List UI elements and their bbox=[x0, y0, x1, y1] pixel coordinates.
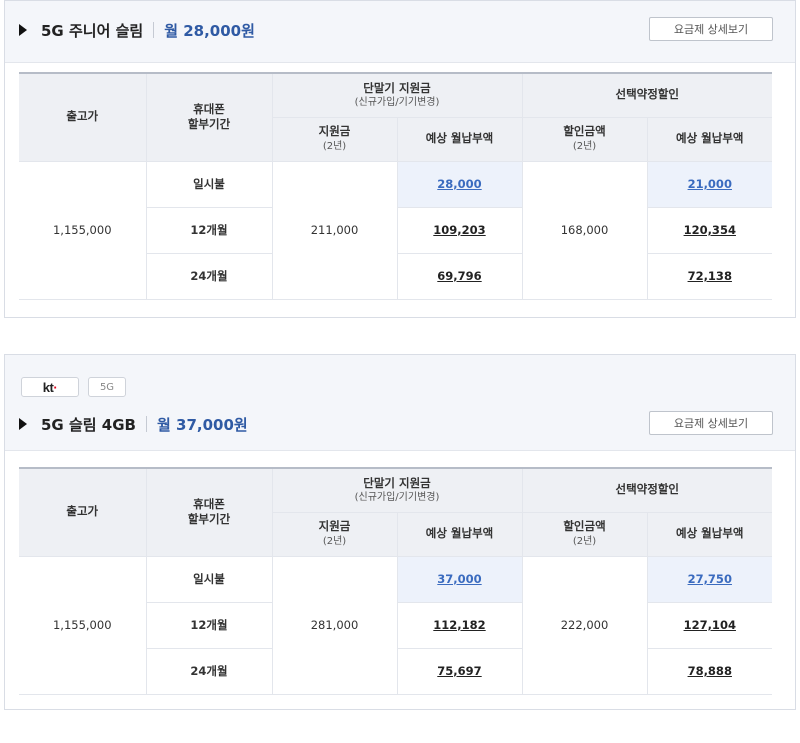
plan-name: 5G 슬림 4GB bbox=[41, 415, 136, 434]
plan-card-1: 5G 주니어 슬림 월 28,000원 요금제 상세보기 출고가 휴대폰 할부기… bbox=[4, 0, 796, 318]
plan-card-header: kt · 5G 5G 슬림 4GB 월 37,000원 요금제 상세보기 bbox=[5, 355, 795, 451]
kt-logo-dot-icon: · bbox=[53, 379, 58, 395]
header-subsidy-amount-sub: (2년) bbox=[322, 536, 347, 547]
discount-monthly-cell: 72,138 bbox=[647, 253, 773, 300]
subsidy-monthly-cell: 109,203 bbox=[397, 207, 523, 254]
header-discount-amount-label: 할인금액 bbox=[563, 519, 606, 534]
period-cell: 일시불 bbox=[146, 161, 273, 208]
header-device-subsidy: 단말기 지원금 (신규가입/기기변경) bbox=[272, 468, 523, 513]
discount-monthly-cell: 27,750 bbox=[647, 556, 773, 603]
release-price-cell: 1,155,000 bbox=[19, 161, 147, 300]
discount-cell: 168,000 bbox=[522, 161, 648, 300]
subsidy-monthly-link[interactable]: 109,203 bbox=[433, 223, 485, 237]
header-selective-discount: 선택약정할인 bbox=[522, 468, 773, 513]
subsidy-monthly-link[interactable]: 28,000 bbox=[437, 177, 481, 191]
header-subsidy-amount-label: 지원금 bbox=[318, 124, 351, 139]
header-installment-line1: 휴대폰 bbox=[193, 101, 225, 116]
header-device-subsidy-label: 단말기 지원금 bbox=[363, 475, 431, 490]
discount-monthly-link[interactable]: 127,104 bbox=[684, 618, 736, 632]
discount-monthly-link[interactable]: 78,888 bbox=[688, 664, 732, 678]
subsidy-monthly-cell: 112,182 bbox=[397, 602, 523, 649]
discount-monthly-link[interactable]: 21,000 bbox=[688, 177, 732, 191]
subsidy-cell: 281,000 bbox=[272, 556, 398, 695]
header-installment-period: 휴대폰 할부기간 bbox=[146, 73, 273, 162]
plan-monthly-price: 월 28,000원 bbox=[164, 21, 255, 40]
table-row: 1,155,000 일시불 211,000 28,000 168,000 21,… bbox=[19, 161, 773, 300]
header-subsidy-amount: 지원금 (2년) bbox=[272, 117, 398, 162]
plan-card-2: kt · 5G 5G 슬림 4GB 월 37,000원 요금제 상세보기 출고가 … bbox=[4, 354, 796, 710]
discount-monthly-link[interactable]: 72,138 bbox=[688, 269, 732, 283]
header-selective-discount: 선택약정할인 bbox=[522, 73, 773, 118]
header-subsidy-amount: 지원금 (2년) bbox=[272, 512, 398, 557]
header-discount-amount: 할인금액 (2년) bbox=[522, 512, 648, 557]
header-installment-line2: 할부기간 bbox=[187, 512, 231, 527]
title-divider bbox=[145, 416, 147, 432]
period-cell: 12개월 bbox=[146, 602, 273, 649]
header-discount-amount: 할인금액 (2년) bbox=[522, 117, 648, 162]
title-divider bbox=[153, 22, 155, 38]
header-device-subsidy-label: 단말기 지원금 bbox=[363, 80, 431, 95]
plan-monthly-price: 월 37,000원 bbox=[156, 415, 248, 434]
plan-title-row[interactable]: 5G 슬림 4GB 월 37,000원 bbox=[19, 411, 248, 437]
discount-monthly-link[interactable]: 120,354 bbox=[684, 223, 736, 237]
subsidy-monthly-link[interactable]: 75,697 bbox=[437, 664, 481, 678]
header-device-subsidy-sub: (신규가입/기기변경) bbox=[354, 97, 440, 109]
period-cell: 24개월 bbox=[146, 648, 273, 695]
header-subsidy-amount-label: 지원금 bbox=[318, 519, 351, 534]
plan-title-row[interactable]: 5G 주니어 슬림 월 28,000원 bbox=[19, 17, 255, 43]
plan-name: 5G 주니어 슬림 bbox=[41, 21, 144, 40]
triangle-right-icon[interactable] bbox=[19, 24, 27, 36]
subsidy-monthly-cell: 37,000 bbox=[397, 556, 523, 603]
header-device-subsidy-sub: (신규가입/기기변경) bbox=[354, 492, 440, 504]
period-cell: 24개월 bbox=[146, 253, 273, 300]
network-gen-badge: 5G bbox=[88, 377, 126, 397]
price-table: 출고가 휴대폰 할부기간 단말기 지원금 (신규가입/기기변경) 선택약정할인 … bbox=[19, 72, 773, 300]
header-expected-monthly: 예상 월납부액 bbox=[397, 117, 523, 162]
subsidy-monthly-link[interactable]: 112,182 bbox=[433, 618, 485, 632]
period-cell: 일시불 bbox=[146, 556, 273, 603]
subsidy-monthly-link[interactable]: 69,796 bbox=[437, 269, 481, 283]
subsidy-cell: 211,000 bbox=[272, 161, 398, 300]
header-discount-amount-sub: (2년) bbox=[572, 536, 597, 547]
header-device-subsidy: 단말기 지원금 (신규가입/기기변경) bbox=[272, 73, 523, 118]
discount-cell: 222,000 bbox=[522, 556, 648, 695]
subsidy-monthly-link[interactable]: 37,000 bbox=[437, 572, 481, 586]
header-discount-amount-label: 할인금액 bbox=[563, 124, 606, 139]
carrier-logo-badge: kt · bbox=[21, 377, 79, 397]
header-release-price: 출고가 bbox=[19, 73, 147, 162]
price-table: 출고가 휴대폰 할부기간 단말기 지원금 (신규가입/기기변경) 선택약정할인 … bbox=[19, 467, 773, 695]
header-installment-line2: 할부기간 bbox=[187, 117, 231, 132]
triangle-right-icon[interactable] bbox=[19, 418, 27, 430]
header-expected-monthly: 예상 월납부액 bbox=[397, 512, 523, 557]
header-discount-amount-sub: (2년) bbox=[572, 141, 597, 152]
subsidy-monthly-cell: 69,796 bbox=[397, 253, 523, 300]
header-expected-monthly: 예상 월납부액 bbox=[647, 117, 773, 162]
subsidy-monthly-cell: 28,000 bbox=[397, 161, 523, 208]
period-cell: 12개월 bbox=[146, 207, 273, 254]
discount-monthly-cell: 120,354 bbox=[647, 207, 773, 254]
discount-monthly-cell: 78,888 bbox=[647, 648, 773, 695]
header-installment-line1: 휴대폰 bbox=[193, 496, 225, 511]
plan-card-header: 5G 주니어 슬림 월 28,000원 요금제 상세보기 bbox=[5, 1, 795, 63]
plan-detail-button[interactable]: 요금제 상세보기 bbox=[649, 17, 773, 41]
plan-detail-button[interactable]: 요금제 상세보기 bbox=[649, 411, 773, 435]
release-price-cell: 1,155,000 bbox=[19, 556, 147, 695]
header-subsidy-amount-sub: (2년) bbox=[322, 141, 347, 152]
discount-monthly-cell: 127,104 bbox=[647, 602, 773, 649]
discount-monthly-link[interactable]: 27,750 bbox=[688, 572, 732, 586]
subsidy-monthly-cell: 75,697 bbox=[397, 648, 523, 695]
header-release-price: 출고가 bbox=[19, 468, 147, 557]
plan-badges: kt · 5G bbox=[21, 377, 126, 397]
header-expected-monthly: 예상 월납부액 bbox=[647, 512, 773, 557]
discount-monthly-cell: 21,000 bbox=[647, 161, 773, 208]
table-row: 1,155,000 일시불 281,000 37,000 222,000 27,… bbox=[19, 556, 773, 695]
header-installment-period: 휴대폰 할부기간 bbox=[146, 468, 273, 557]
carrier-logo-text: kt bbox=[42, 379, 54, 395]
